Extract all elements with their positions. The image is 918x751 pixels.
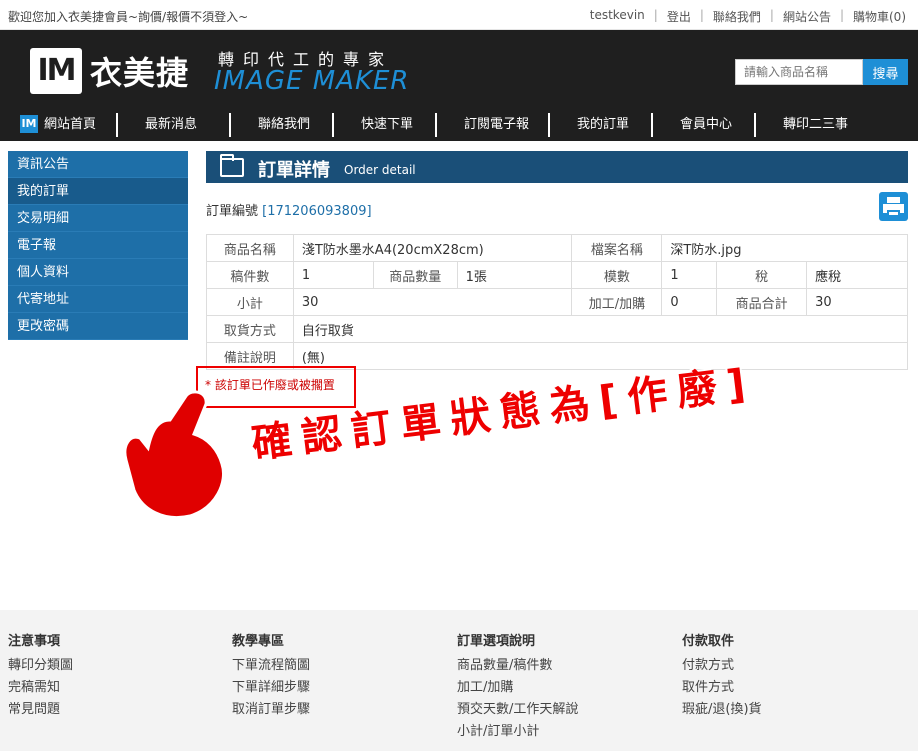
footer-column-payment: 付款取件 付款方式 取件方式 瑕疵/退(換)貨: [682, 630, 762, 721]
search-input[interactable]: [735, 59, 863, 85]
footer-link[interactable]: 付款方式: [682, 655, 762, 677]
product-name-value: 淺T防水墨水A4(20cmX28cm): [292, 234, 573, 262]
cart-link[interactable]: 購物車(0): [853, 8, 906, 25]
sidebar-item-shipping-address[interactable]: 代寄地址: [8, 286, 188, 313]
welcome-text: 歡迎您加入衣美捷會員~詢價/報價不須登入~: [8, 10, 249, 24]
footer-link[interactable]: 取件方式: [682, 677, 762, 699]
drafts-label: 稿件數: [206, 261, 294, 289]
extra-value: 0: [661, 288, 718, 316]
footer-heading: 注意事項: [8, 634, 61, 649]
quantity-label: 商品數量: [372, 261, 458, 289]
footer-link[interactable]: 取消訂單步驟: [232, 699, 310, 721]
footer-link[interactable]: 加工/加購: [457, 677, 578, 699]
nav-divider: [548, 112, 550, 137]
pickup-label: 取貨方式: [206, 315, 294, 343]
pointing-hand-icon: [123, 390, 225, 519]
table-row: 取貨方式 自行取貨: [206, 315, 909, 343]
footer-link[interactable]: 轉印分類圖: [8, 655, 73, 677]
product-name-label: 商品名稱: [206, 234, 294, 262]
footer-link[interactable]: 商品數量/稿件數: [457, 655, 578, 677]
sidebar-item-change-password[interactable]: 更改密碼: [8, 313, 188, 340]
top-bar: 歡迎您加入衣美捷會員~詢價/報價不須登入~ testkevin | 登出 | 聯絡我…: [0, 0, 918, 30]
logo-chinese[interactable]: 衣美捷: [90, 48, 189, 94]
footer-column-tutorials: 教學專區 下單流程簡圖 下單詳細步驟 取消訂單步驟: [232, 630, 310, 721]
sidebar-item-profile[interactable]: 個人資料: [8, 259, 188, 286]
file-name-value: 深T防水.jpg: [661, 234, 908, 262]
printer-icon: [887, 197, 900, 203]
order-number-label: 訂單編號: [206, 204, 259, 219]
nav-divider: [651, 112, 653, 137]
product-total-label: 商品合計: [716, 288, 808, 316]
tax-value: 應稅: [806, 261, 908, 289]
table-row: 小計 30 加工/加購 0 商品合計 30: [206, 288, 908, 316]
table-row: 商品名稱 淺T防水墨水A4(20cmX28cm) 檔案名稱 深T防水.jpg: [206, 234, 908, 262]
page-title: 訂單詳情: [258, 160, 330, 181]
nav-contact[interactable]: 聯絡我們: [258, 113, 316, 137]
nav-member-center[interactable]: 會員中心: [680, 113, 738, 137]
order-number-value[interactable]: [171206093809]: [262, 204, 371, 219]
footer-column-notes: 注意事項 轉印分類圖 完稿需知 常見問題: [8, 630, 73, 721]
nav-divider: [116, 112, 118, 137]
page-title-english: Order detail: [344, 163, 416, 177]
nav-newsletter[interactable]: 訂閱電子報: [464, 113, 532, 137]
subtotal-label: 小計: [206, 288, 294, 316]
footer-link[interactable]: 下單流程簡圖: [232, 655, 310, 677]
username-link[interactable]: testkevin: [590, 8, 645, 25]
table-row: 稿件數 1 商品數量 1張 模數 1 稅 應稅: [206, 261, 908, 289]
footer-link[interactable]: 預交天數/工作天解說: [457, 699, 578, 721]
tax-label: 稅: [716, 261, 808, 289]
nav-transfer-blog[interactable]: 轉印二三事: [783, 113, 863, 137]
sidebar-item-transactions[interactable]: 交易明細: [8, 205, 188, 232]
extra-label: 加工/加購: [571, 288, 663, 316]
nav-divider: [332, 112, 334, 137]
footer-link[interactable]: 下單詳細步驟: [232, 677, 310, 699]
nav-divider: [754, 112, 756, 137]
footer-link[interactable]: 完稿需知: [8, 677, 73, 699]
molds-value: 1: [661, 261, 718, 289]
main-nav: IM 網站首頁 最新消息 聯絡我們 快速下單 訂閱電子報 我的訂單 會員中心 轉印…: [0, 108, 918, 141]
order-number: 訂單編號 [171206093809]: [206, 200, 372, 219]
order-detail-table: 商品名稱 淺T防水墨水A4(20cmX28cm) 檔案名稱 深T防水.jpg 稿…: [206, 234, 909, 370]
print-button[interactable]: [879, 192, 908, 221]
logo-english: IMAGE MAKER: [214, 66, 410, 96]
footer-link[interactable]: 小計/訂單小計: [457, 721, 578, 743]
logout-link[interactable]: 登出: [667, 8, 691, 25]
nav-divider: [229, 112, 231, 137]
site-header: IM 衣美捷 轉印代工的專家 IMAGE MAKER 搜尋: [0, 30, 918, 108]
logo-mark[interactable]: IM: [30, 48, 82, 94]
search-button[interactable]: 搜尋: [863, 59, 908, 85]
molds-label: 模數: [571, 261, 663, 289]
folder-icon: [220, 154, 244, 177]
footer-heading: 教學專區: [232, 634, 285, 649]
note-value: (無): [292, 342, 909, 370]
site-footer: 注意事項 轉印分類圖 完稿需知 常見問題 教學專區 下單流程簡圖 下單詳細步驟 …: [0, 610, 918, 751]
sidebar-item-my-orders[interactable]: 我的訂單: [8, 178, 188, 205]
nav-divider: [435, 112, 437, 137]
product-total-value: 30: [806, 288, 908, 316]
sidebar-item-newsletter[interactable]: 電子報: [8, 232, 188, 259]
footer-link[interactable]: 常見問題: [8, 699, 73, 721]
file-name-label: 檔案名稱: [571, 234, 663, 262]
sidebar: 資訊公告 我的訂單 交易明細 電子報 個人資料 代寄地址 更改密碼: [8, 151, 188, 340]
footer-column-order-options: 訂單選項說明 商品數量/稿件數 加工/加購 預交天數/工作天解說 小計/訂單小計: [457, 630, 578, 743]
nav-quick-order[interactable]: 快速下單: [361, 113, 419, 137]
footer-heading: 訂單選項說明: [457, 634, 536, 649]
nav-news[interactable]: 最新消息: [145, 113, 213, 137]
printer-icon-paper: [887, 210, 900, 217]
nav-my-orders[interactable]: 我的訂單: [577, 113, 635, 137]
home-logo-icon: IM: [20, 115, 38, 133]
quantity-value: 1張: [456, 261, 573, 289]
drafts-value: 1: [292, 261, 374, 289]
subtotal-value: 30: [292, 288, 573, 316]
announcement-link[interactable]: 網站公告: [783, 8, 831, 25]
nav-home[interactable]: IM 網站首頁: [20, 113, 96, 137]
footer-heading: 付款取件: [682, 634, 735, 649]
top-links: testkevin | 登出 | 聯絡我們 | 網站公告 | 購物車(0): [589, 8, 906, 25]
page-title-bar: 訂單詳情 Order detail: [206, 151, 908, 183]
footer-link[interactable]: 瑕疵/退(換)貨: [682, 699, 762, 721]
pickup-value: 自行取貨: [292, 315, 909, 343]
contact-link[interactable]: 聯絡我們: [713, 8, 761, 25]
sidebar-item-announcements[interactable]: 資訊公告: [8, 151, 188, 178]
